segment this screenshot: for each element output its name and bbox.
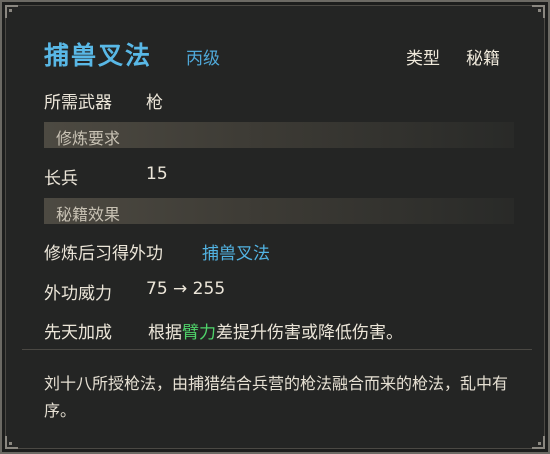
requirements-section-header: 修炼要求	[44, 122, 514, 148]
skill-grade: 丙级	[186, 49, 220, 69]
type-label: 类型	[406, 49, 440, 69]
innate-attribute: 臂力	[182, 323, 216, 343]
corner-ornament-icon	[531, 5, 545, 19]
requirements-header-label: 修炼要求	[56, 129, 121, 148]
learned-skill-link[interactable]: 捕兽叉法	[202, 239, 270, 264]
power-value: 75 → 255	[146, 279, 226, 299]
learn-label: 修炼后习得外功	[44, 244, 163, 264]
requirement-label: 长兵	[44, 169, 78, 189]
effects-header-label: 秘籍效果	[56, 205, 121, 224]
corner-ornament-icon	[5, 5, 19, 19]
weapon-value: 枪	[146, 93, 163, 113]
corner-ornament-icon	[531, 435, 545, 449]
skill-tooltip-panel: 捕兽叉法 丙级 类型 秘籍 所需武器 枪 修炼要求 长兵 15 秘籍效果 修炼后…	[0, 0, 550, 454]
power-label: 外功威力	[44, 284, 112, 304]
skill-title: 捕兽叉法	[44, 41, 153, 70]
effects-section-header: 秘籍效果	[44, 198, 514, 224]
innate-text-before: 根据	[148, 323, 182, 343]
requirement-value: 15	[146, 164, 168, 184]
innate-bonus-label: 先天加成	[44, 323, 112, 343]
type-value: 秘籍	[466, 49, 500, 69]
innate-text-after: 差提升伤害或降低伤害。	[216, 323, 403, 343]
innate-bonus-text: 根据臂力差提升伤害或降低伤害。	[148, 318, 403, 343]
divider	[22, 349, 532, 350]
corner-ornament-icon	[5, 435, 19, 449]
weapon-label: 所需武器	[44, 93, 112, 113]
skill-description: 刘十八所授枪法，由捕猎结合兵营的枪法融合而来的枪法，乱中有序。	[44, 374, 509, 420]
